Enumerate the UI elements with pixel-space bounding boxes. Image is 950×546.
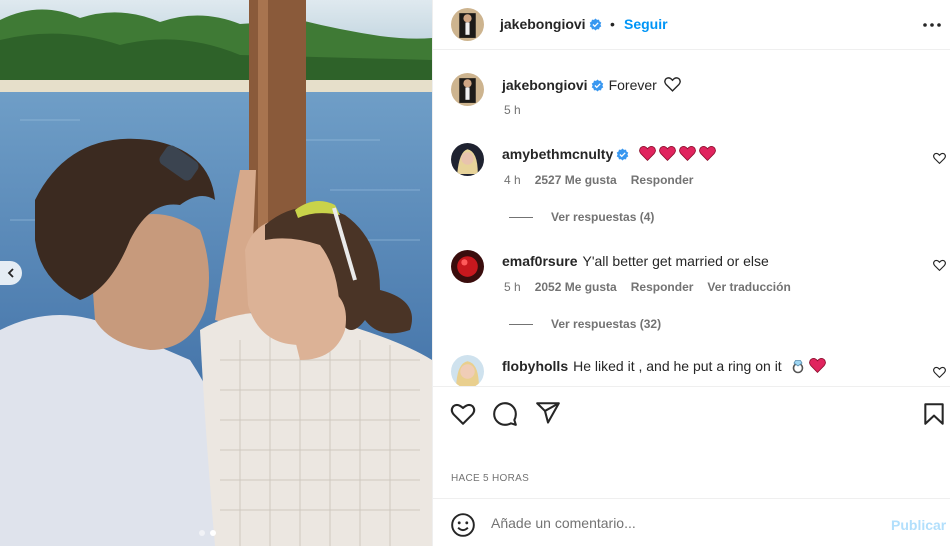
paper-plane-icon[interactable]	[535, 400, 561, 426]
comment-text: He liked it , and he put a ring on it	[573, 358, 782, 374]
comment-avatar-amybethmcnulty[interactable]	[451, 143, 484, 176]
heart-outline-icon[interactable]	[450, 401, 476, 427]
smiley-icon[interactable]	[450, 512, 476, 538]
white-heart-emoji-icon	[663, 77, 681, 92]
comment-row: flobyholls He liked it , and he put a rin…	[502, 357, 829, 375]
add-comment-bar: Publicar	[433, 498, 950, 546]
comment-row: emaf0rsure Y'all better get married or el…	[502, 252, 769, 270]
post-timestamp: HACE 5 HORAS	[451, 473, 530, 484]
like-comment-heart-icon[interactable]	[933, 259, 946, 272]
author-username[interactable]: jakebongiovi	[500, 16, 586, 32]
comment-likes-count[interactable]: 2527 Me gusta	[535, 173, 617, 187]
comment-hearts	[639, 146, 719, 162]
verified-badge-icon	[589, 18, 601, 31]
caption-time: 5 h	[504, 103, 521, 117]
red-heart-emoji-icon	[699, 146, 717, 162]
comment-likes-count[interactable]: 2052 Me gusta	[535, 280, 617, 294]
verified-badge-icon	[616, 148, 629, 161]
replies-line	[509, 323, 533, 325]
red-heart-emoji-icon	[809, 358, 827, 374]
caption-meta: 5 h	[504, 103, 535, 117]
comment-row-clip: flobyholls He liked it , and he put a rin…	[433, 350, 950, 386]
bookmark-icon[interactable]	[921, 401, 947, 427]
caption-author-avatar[interactable]	[451, 73, 484, 106]
reply-button[interactable]: Responder	[631, 173, 694, 187]
post-panel: jakebongiovi • Seguir jakebongiovi Foreve…	[432, 0, 950, 546]
caption: jakebongiovi Forever	[502, 76, 681, 94]
like-comment-heart-icon[interactable]	[933, 366, 946, 379]
replies-line	[509, 216, 533, 218]
comment-avatar-flobyholls[interactable]	[451, 355, 484, 386]
carousel-dot-active	[210, 530, 216, 536]
comment-meta: 5 h 2052 Me gusta Responder Ver traducción	[504, 280, 805, 294]
view-replies-button[interactable]: Ver respuestas (4)	[509, 210, 654, 224]
view-replies-label: Ver respuestas (4)	[551, 210, 655, 224]
comment-meta: 4 h 2527 Me gusta Responder	[504, 173, 707, 187]
red-heart-emoji-icon	[639, 146, 657, 162]
comment-avatar-emaf0rsure[interactable]	[451, 250, 484, 283]
comment-bubble-icon[interactable]	[492, 401, 518, 427]
comment-username[interactable]: emaf0rsure	[502, 253, 578, 269]
comment-time: 5 h	[504, 280, 521, 294]
see-translation-button[interactable]: Ver traducción	[707, 280, 790, 294]
couple-on-boat-image	[0, 0, 432, 546]
post-header: jakebongiovi • Seguir	[433, 0, 950, 50]
post-photo[interactable]	[0, 0, 432, 546]
more-horizontal-icon[interactable]	[922, 13, 942, 33]
reply-button[interactable]: Responder	[631, 280, 694, 294]
comment-username[interactable]: flobyholls	[502, 358, 568, 374]
header-separator: •	[610, 16, 615, 32]
red-heart-emoji-icon	[659, 146, 677, 162]
comment-row: amybethmcnulty	[502, 145, 719, 163]
comment-time: 4 h	[504, 173, 521, 187]
view-replies-button[interactable]: Ver respuestas (32)	[509, 317, 661, 331]
chevron-left-icon	[7, 268, 14, 278]
publish-button[interactable]: Publicar	[891, 517, 946, 533]
author-avatar[interactable]	[451, 8, 484, 41]
red-heart-emoji-icon	[679, 146, 697, 162]
carousel-indicator	[199, 530, 216, 536]
action-bar: HACE 5 HORAS	[433, 386, 950, 498]
carousel-dot	[199, 530, 205, 536]
follow-button[interactable]: Seguir	[624, 16, 668, 32]
caption-text: Forever	[608, 77, 657, 93]
caption-username[interactable]: jakebongiovi	[502, 77, 588, 93]
like-comment-heart-icon[interactable]	[933, 152, 946, 165]
comment-text: Y'all better get married or else	[582, 253, 769, 269]
view-replies-label: Ver respuestas (32)	[551, 317, 662, 331]
verified-badge-icon	[591, 79, 603, 92]
add-comment-input[interactable]	[491, 513, 871, 533]
comment-hearts	[809, 358, 829, 374]
ring-emoji-icon	[792, 360, 803, 374]
comment-username[interactable]: amybethmcnulty	[502, 146, 613, 162]
